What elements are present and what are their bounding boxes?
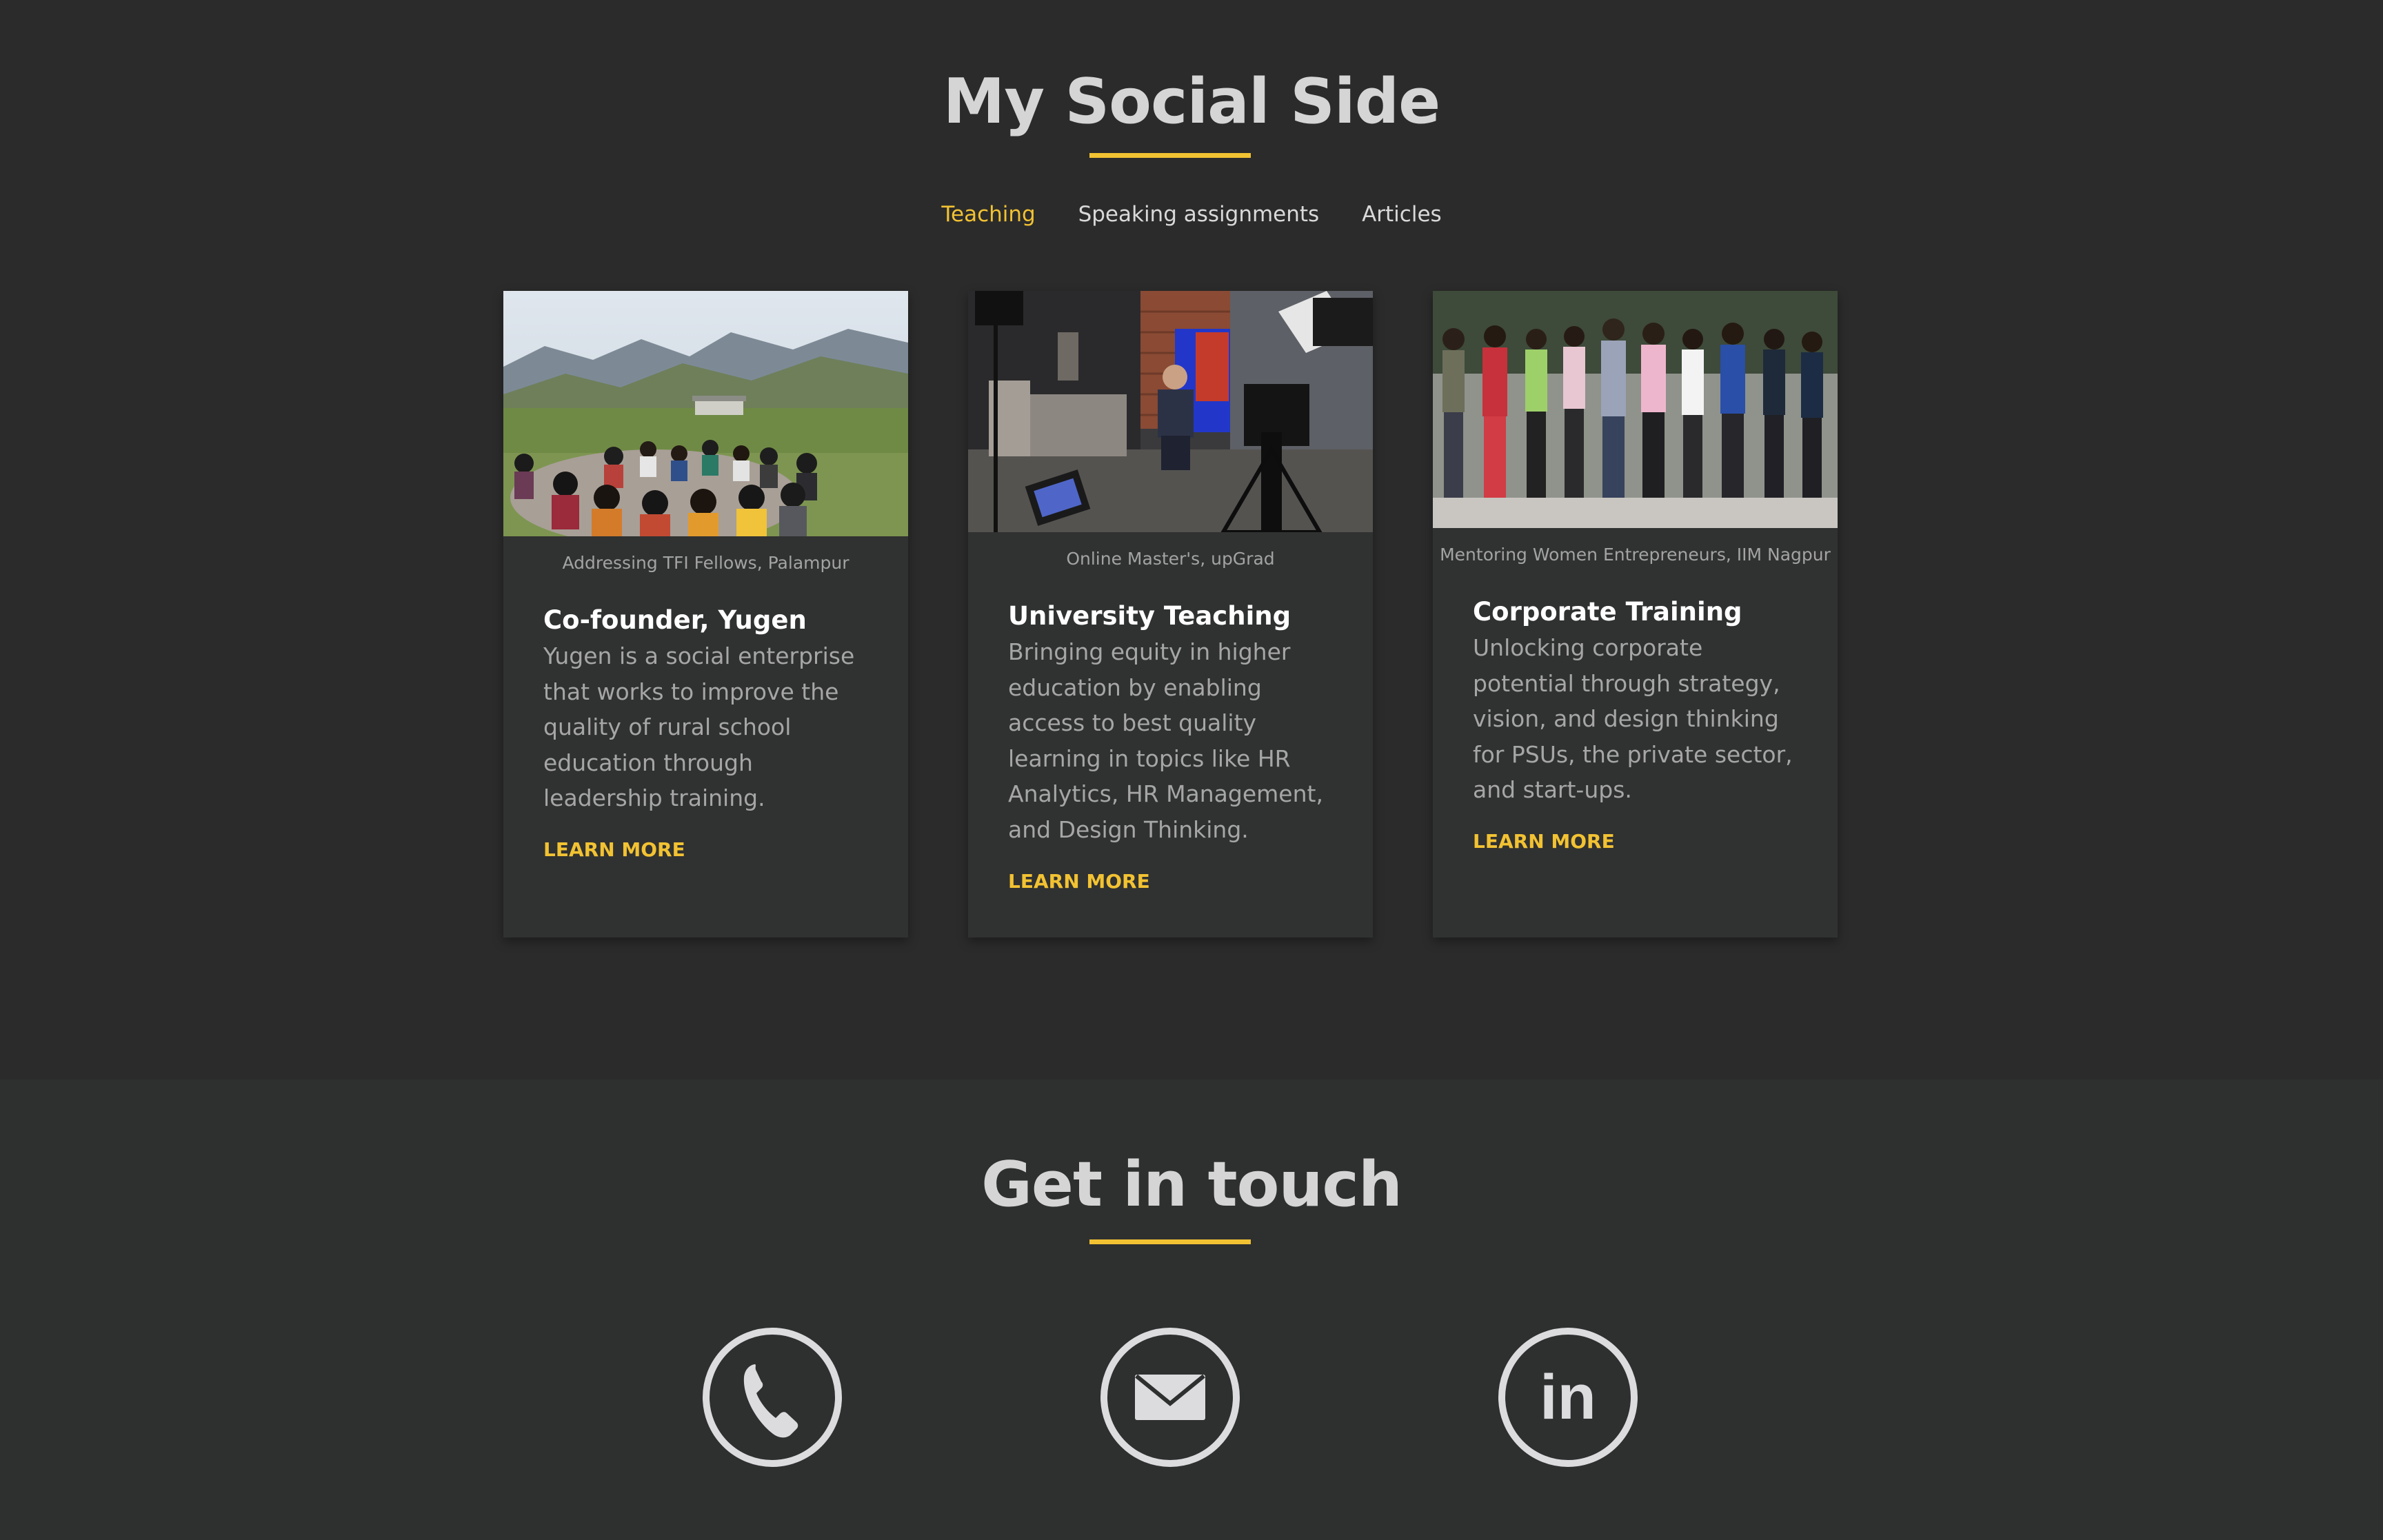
tab-articles[interactable]: Articles (1362, 197, 1442, 232)
card-title: Co-founder, Yugen (543, 605, 807, 635)
card-university-teaching: Online Master's, upGrad University Teach… (968, 291, 1373, 938)
card-photo-studio (968, 291, 1373, 532)
learn-more-link[interactable]: LEARN MORE (543, 838, 685, 861)
card-photo-palampur (503, 291, 908, 536)
contact-heading: Get in touch (981, 1148, 1402, 1221)
card-yugen: Addressing TFI Fellows, Palampur Co-foun… (503, 291, 908, 938)
card-caption: Addressing TFI Fellows, Palampur (562, 553, 849, 573)
card-corporate-training: Mentoring Women Entrepreneurs, IIM Nagpu… (1433, 291, 1838, 938)
card-caption: Mentoring Women Entrepreneurs, IIM Nagpu… (1440, 545, 1831, 565)
card-title: Corporate Training (1473, 597, 1742, 627)
linkedin-icon[interactable]: in (1497, 1326, 1639, 1468)
social-heading-underline (1089, 153, 1251, 158)
card-description: Yugen is a social enterprise that works … (543, 642, 855, 811)
card-description: Unlocking corporate potential through st… (1473, 634, 1793, 803)
tab-teaching[interactable]: Teaching (941, 197, 1035, 232)
card-description: Bringing equity in higher education by e… (1008, 638, 1323, 843)
contact-section: Get in touch (0, 1080, 2383, 1540)
learn-more-link[interactable]: LEARN MORE (1473, 830, 1615, 853)
social-heading: My Social Side (943, 65, 1440, 138)
contact-heading-underline (1089, 1239, 1251, 1244)
email-icon[interactable] (1099, 1326, 1241, 1468)
linkedin-icon-text: in (1540, 1362, 1596, 1432)
learn-more-link[interactable]: LEARN MORE (1008, 870, 1150, 893)
tab-speaking-assignments[interactable]: Speaking assignments (1078, 197, 1320, 232)
social-section: My Social Side Teaching Speaking assignm… (0, 0, 2383, 1080)
phone-icon[interactable] (701, 1326, 843, 1468)
card-caption: Online Master's, upGrad (1066, 549, 1275, 569)
card-photo-iim-nagpur (1433, 291, 1838, 528)
social-tabs: Teaching Speaking assignments Articles (0, 197, 2383, 232)
card-title: University Teaching (1008, 601, 1291, 631)
